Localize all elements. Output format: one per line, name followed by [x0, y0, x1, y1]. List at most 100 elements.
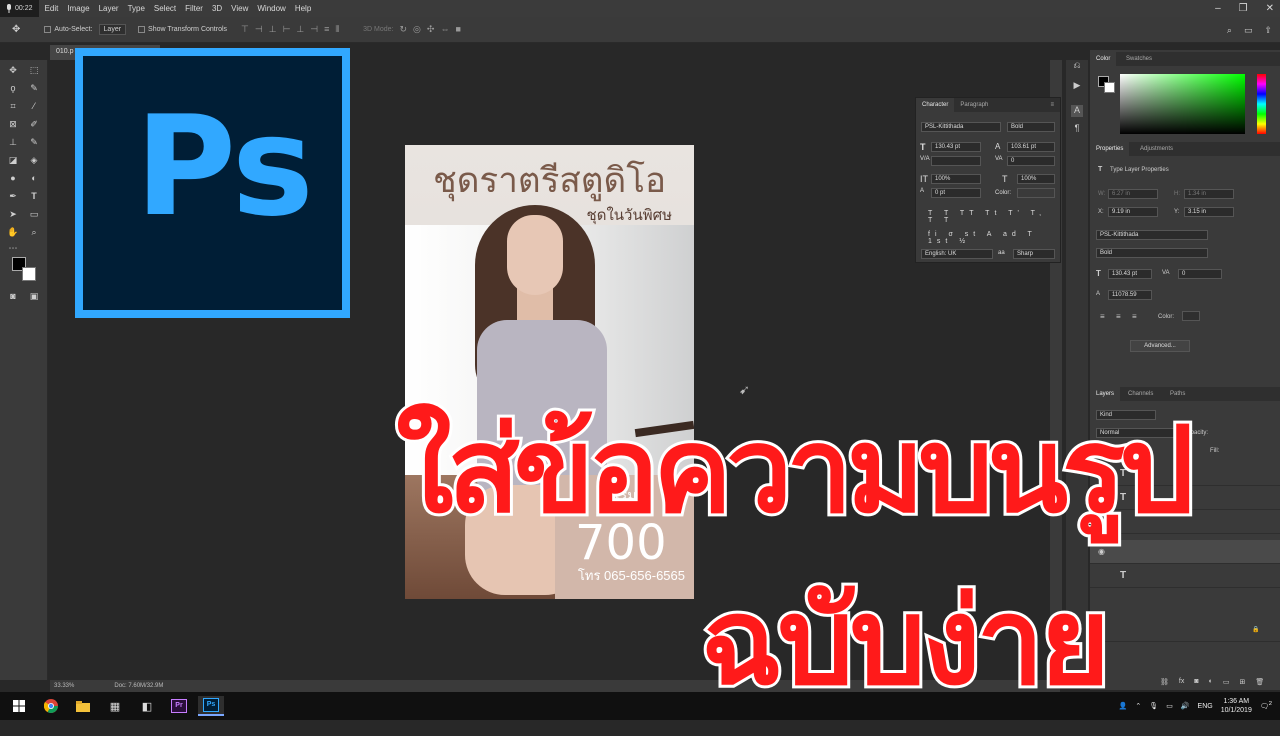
volume-icon[interactable]: 🔊 — [1181, 702, 1190, 710]
slide-icon[interactable]: ⇔ — [440, 24, 449, 35]
tab-swatches[interactable]: Swatches — [1120, 52, 1158, 66]
advanced-button[interactable]: Advanced... — [1130, 340, 1190, 352]
zoom-tool-icon[interactable]: ⌕ — [27, 226, 41, 238]
align-bottom-icon[interactable]: ⊥ — [269, 24, 277, 35]
shape-tool-icon[interactable]: ▭ — [27, 208, 41, 220]
delete-layer-icon[interactable]: 🗑 — [1255, 678, 1264, 686]
dodge-tool-icon[interactable]: ◐ — [27, 172, 41, 184]
stamp-tool-icon[interactable]: ⊥ — [6, 136, 20, 148]
tab-adjustments[interactable]: Adjustments — [1134, 142, 1179, 156]
tab-paragraph[interactable]: Paragraph — [954, 102, 994, 108]
network-icon[interactable]: ▭ — [1166, 702, 1173, 710]
leading-field[interactable]: 103.61 pt — [1007, 142, 1055, 152]
hand-tool-icon[interactable]: ✋ — [6, 226, 20, 238]
people-icon[interactable]: 👤 — [1119, 702, 1128, 710]
workspace-icon[interactable]: ▭ — [1244, 25, 1253, 36]
eyedropper-icon[interactable]: ⁄ — [27, 100, 41, 112]
screen-mode-icon[interactable]: ▣ — [27, 290, 41, 302]
tray-chevron-icon[interactable]: ⌃ — [1135, 702, 1141, 710]
baseline-field[interactable]: 0 pt — [931, 188, 981, 198]
vertical-scale-field[interactable]: 100% — [931, 174, 981, 184]
menu-help[interactable]: Help — [295, 4, 311, 13]
app-icon[interactable]: ◧ — [134, 696, 160, 716]
play-actions-icon[interactable]: ▶ — [1071, 80, 1083, 92]
link-layers-icon[interactable]: ⛓ — [1160, 678, 1169, 686]
align-left-text-icon[interactable]: ≡ — [1100, 312, 1105, 321]
h-field[interactable]: 1.34 in — [1184, 189, 1234, 199]
menu-layer[interactable]: Layer — [99, 4, 119, 13]
marquee-tool-icon[interactable]: ⬚ — [27, 64, 41, 76]
minimize-icon[interactable]: – — [1215, 3, 1221, 14]
calculator-icon[interactable]: ▦ — [102, 696, 128, 716]
background-color-swatch[interactable] — [22, 267, 36, 281]
auto-select-checkbox[interactable] — [44, 26, 52, 33]
menu-3d[interactable]: 3D — [212, 4, 222, 13]
prop-tracking-field[interactable]: 0 — [1178, 269, 1222, 279]
drag-icon[interactable]: ✣ — [427, 24, 435, 35]
layer-row[interactable]: T — [1090, 564, 1280, 588]
tracking-field[interactable]: 0 — [1007, 156, 1055, 166]
search-icon[interactable]: ⌕ — [1227, 25, 1232, 36]
prop-style-dropdown[interactable]: Bold — [1096, 248, 1208, 258]
align-right-text-icon[interactable]: ≡ — [1132, 312, 1137, 321]
prop-font-dropdown[interactable]: PSL-Kittithada — [1096, 230, 1208, 240]
menu-window[interactable]: Window — [257, 4, 285, 13]
antialias-dropdown[interactable]: Sharp — [1013, 249, 1055, 259]
mask-icon[interactable]: ◙ — [1194, 678, 1198, 686]
blur-tool-icon[interactable]: ● — [6, 172, 20, 184]
menu-edit[interactable]: Edit — [45, 4, 59, 13]
file-explorer-icon[interactable] — [70, 696, 96, 716]
brush-tool-icon[interactable]: ✐ — [27, 118, 41, 130]
language-dropdown[interactable]: English: UK — [921, 249, 993, 259]
tab-color[interactable]: Color — [1090, 52, 1117, 66]
close-icon[interactable]: ✕ — [1266, 3, 1274, 14]
lasso-tool-icon[interactable]: ϙ — [6, 82, 20, 94]
align-middle-icon[interactable]: ⊣ — [255, 24, 263, 35]
healing-brush-icon[interactable]: ⊠ — [6, 118, 20, 130]
align-left-icon[interactable]: ⊢ — [283, 24, 291, 35]
notification-icon[interactable]: 🗨2 — [1260, 701, 1272, 710]
orbit-icon[interactable]: ↻ — [400, 24, 408, 35]
quick-select-icon[interactable]: ✎ — [27, 82, 41, 94]
pen-tool-icon[interactable]: ✒ — [6, 190, 20, 202]
prop-color-swatch[interactable] — [1182, 311, 1200, 321]
group-icon[interactable]: ▭ — [1223, 678, 1230, 686]
x-field[interactable]: 9.19 in — [1108, 207, 1158, 217]
text-color-swatch[interactable] — [1017, 188, 1055, 198]
crop-tool-icon[interactable]: ⌗ — [6, 100, 20, 112]
tab-character[interactable]: Character — [916, 98, 955, 112]
color-picker-field[interactable] — [1120, 74, 1245, 134]
hue-slider[interactable] — [1257, 74, 1266, 134]
prop-leading-field[interactable]: 11078.59 — [1108, 290, 1152, 300]
language-indicator[interactable]: ENG — [1198, 703, 1213, 710]
align-right-icon[interactable]: ⊣ — [310, 24, 318, 35]
scale-icon[interactable]: ■ — [455, 24, 460, 35]
auto-select-dropdown[interactable]: Layer — [98, 24, 127, 35]
photoshop-taskbar-icon[interactable]: Ps — [198, 696, 224, 716]
align-center-icon[interactable]: ⊥ — [296, 24, 304, 35]
kerning-field[interactable] — [931, 156, 981, 166]
character-panel-icon[interactable]: A — [1071, 105, 1083, 117]
menu-select[interactable]: Select — [154, 4, 176, 13]
distribute-icon[interactable]: ≡ — [324, 24, 329, 35]
panel-menu-icon[interactable]: ≡ — [1050, 102, 1054, 108]
font-size-field[interactable]: 130.43 pt — [931, 142, 981, 152]
history-brush-icon[interactable]: ✎ — [27, 136, 41, 148]
eraser-tool-icon[interactable]: ◪ — [6, 154, 20, 166]
type-style-buttons[interactable]: T T TT Tt T' T, T T — [928, 210, 1060, 224]
more-tools-icon[interactable]: ⋯ — [6, 242, 20, 254]
clock[interactable]: 1:36 AM 10/1/2019 — [1221, 697, 1252, 715]
menu-type[interactable]: Type — [128, 4, 145, 13]
y-field[interactable]: 3.15 in — [1184, 207, 1234, 217]
paragraph-panel-icon[interactable]: ¶ — [1071, 123, 1083, 135]
restore-icon[interactable]: ❐ — [1239, 3, 1248, 14]
opentype-buttons[interactable]: fi σ st A ad T 1st ½ — [928, 231, 1060, 245]
roll-icon[interactable]: ◎ — [413, 24, 421, 35]
menu-image[interactable]: Image — [67, 4, 89, 13]
zoom-level[interactable]: 33.33% — [54, 683, 74, 689]
menu-view[interactable]: View — [231, 4, 248, 13]
new-layer-icon[interactable]: ⊞ — [1239, 678, 1245, 686]
move-tool-icon[interactable]: ✥ — [12, 24, 20, 35]
paint-bucket-icon[interactable]: ◈ — [27, 154, 41, 166]
premiere-icon[interactable]: Pr — [166, 696, 192, 716]
